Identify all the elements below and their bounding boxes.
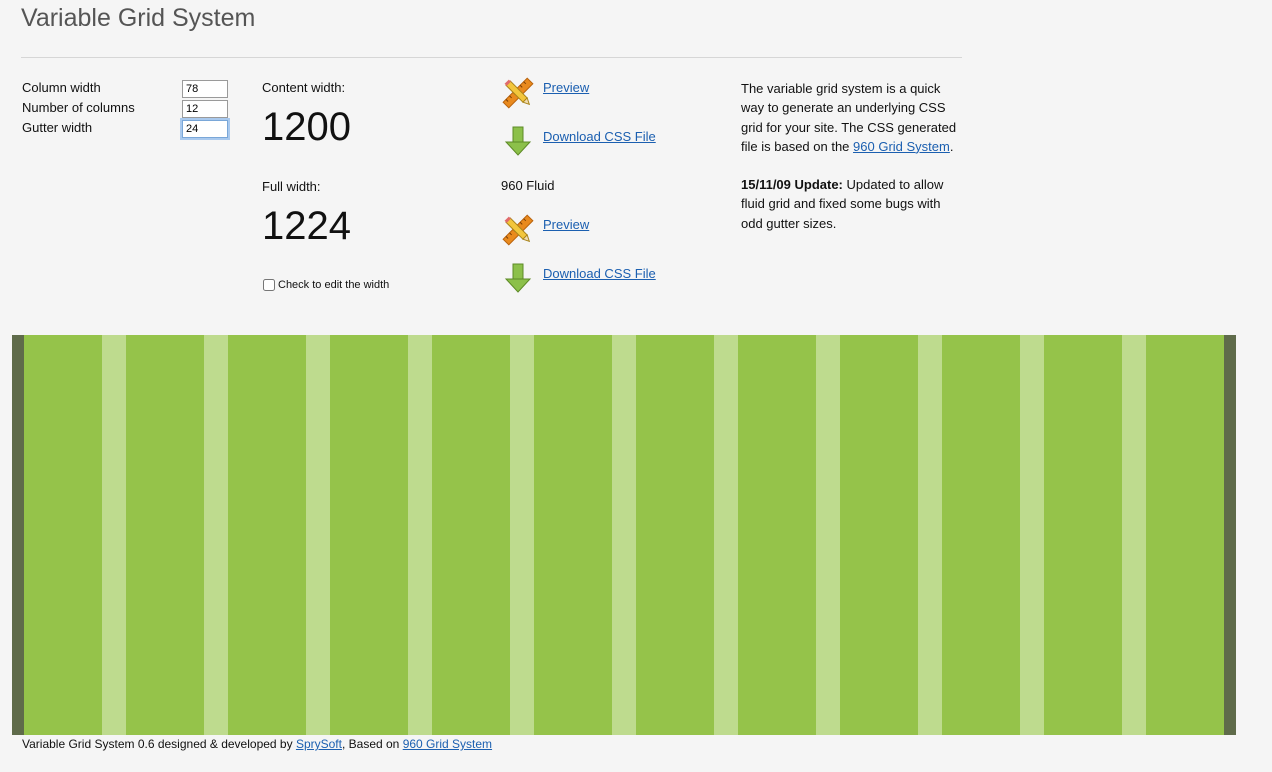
- preview-link[interactable]: Preview: [543, 80, 589, 95]
- grid-column: [1044, 335, 1122, 735]
- grid-gutter: [918, 335, 942, 735]
- column-width-label: Column width: [22, 80, 101, 95]
- footer-960-grid-link[interactable]: 960 Grid System: [403, 737, 492, 751]
- grid-gutter: [408, 335, 432, 735]
- edit-width-checkbox[interactable]: [263, 279, 275, 291]
- fluid-preview-link[interactable]: Preview: [543, 217, 589, 232]
- description-intro: The variable grid system is a quick way …: [741, 81, 957, 154]
- fluid-label: 960 Fluid: [501, 178, 555, 193]
- edit-width-checkbox-row[interactable]: Check to edit the width: [263, 279, 389, 291]
- grid-column: [840, 335, 918, 735]
- grid-gutter: [612, 335, 636, 735]
- download-css-link[interactable]: Download CSS File: [543, 129, 656, 144]
- header-divider: [21, 57, 962, 58]
- grid-gutter: [1020, 335, 1044, 735]
- content-width-label: Content width:: [262, 80, 346, 95]
- grid-column: [738, 335, 816, 735]
- num-columns-input[interactable]: [182, 100, 228, 118]
- pencil-ruler-icon[interactable]: [501, 213, 535, 247]
- grid-column: [228, 335, 306, 735]
- full-width-label: Full width:: [262, 179, 321, 194]
- grid-column: [942, 335, 1020, 735]
- gutter-width-label: Gutter width: [22, 120, 93, 135]
- grid-column: [1146, 335, 1224, 735]
- 960-grid-link[interactable]: 960 Grid System: [853, 139, 950, 154]
- gutter-width-input[interactable]: [182, 120, 228, 138]
- grid-gutter: [1122, 335, 1146, 735]
- grid-column: [24, 335, 102, 735]
- edit-width-label: Check to edit the width: [278, 279, 390, 291]
- description: The variable grid system is a quick way …: [741, 79, 963, 252]
- fluid-download-css-link[interactable]: Download CSS File: [543, 266, 656, 281]
- full-width-value: 1224: [262, 204, 351, 248]
- sprysoft-link[interactable]: SprySoft: [296, 737, 342, 751]
- pencil-ruler-icon[interactable]: [501, 76, 535, 110]
- grid-column: [534, 335, 612, 735]
- grid-gutter: [102, 335, 126, 735]
- grid-columns: [24, 335, 1224, 735]
- grid-gutter: [306, 335, 330, 735]
- description-update: 15/11/09 Update: Updated to allow fluid …: [741, 177, 944, 231]
- column-width-input[interactable]: [182, 80, 228, 98]
- grid-column: [330, 335, 408, 735]
- num-columns-label: Number of columns: [22, 100, 135, 115]
- content-width-value: 1200: [262, 105, 351, 149]
- grid-column: [432, 335, 510, 735]
- download-arrow-icon[interactable]: [501, 125, 535, 159]
- page-title: Variable Grid System: [21, 4, 256, 32]
- grid-column: [636, 335, 714, 735]
- grid-gutter: [204, 335, 228, 735]
- grid-preview: [12, 335, 1236, 735]
- download-arrow-icon[interactable]: [501, 262, 535, 296]
- grid-gutter: [510, 335, 534, 735]
- footer: Variable Grid System 0.6 designed & deve…: [22, 737, 493, 751]
- grid-gutter: [816, 335, 840, 735]
- grid-column: [126, 335, 204, 735]
- grid-gutter: [714, 335, 738, 735]
